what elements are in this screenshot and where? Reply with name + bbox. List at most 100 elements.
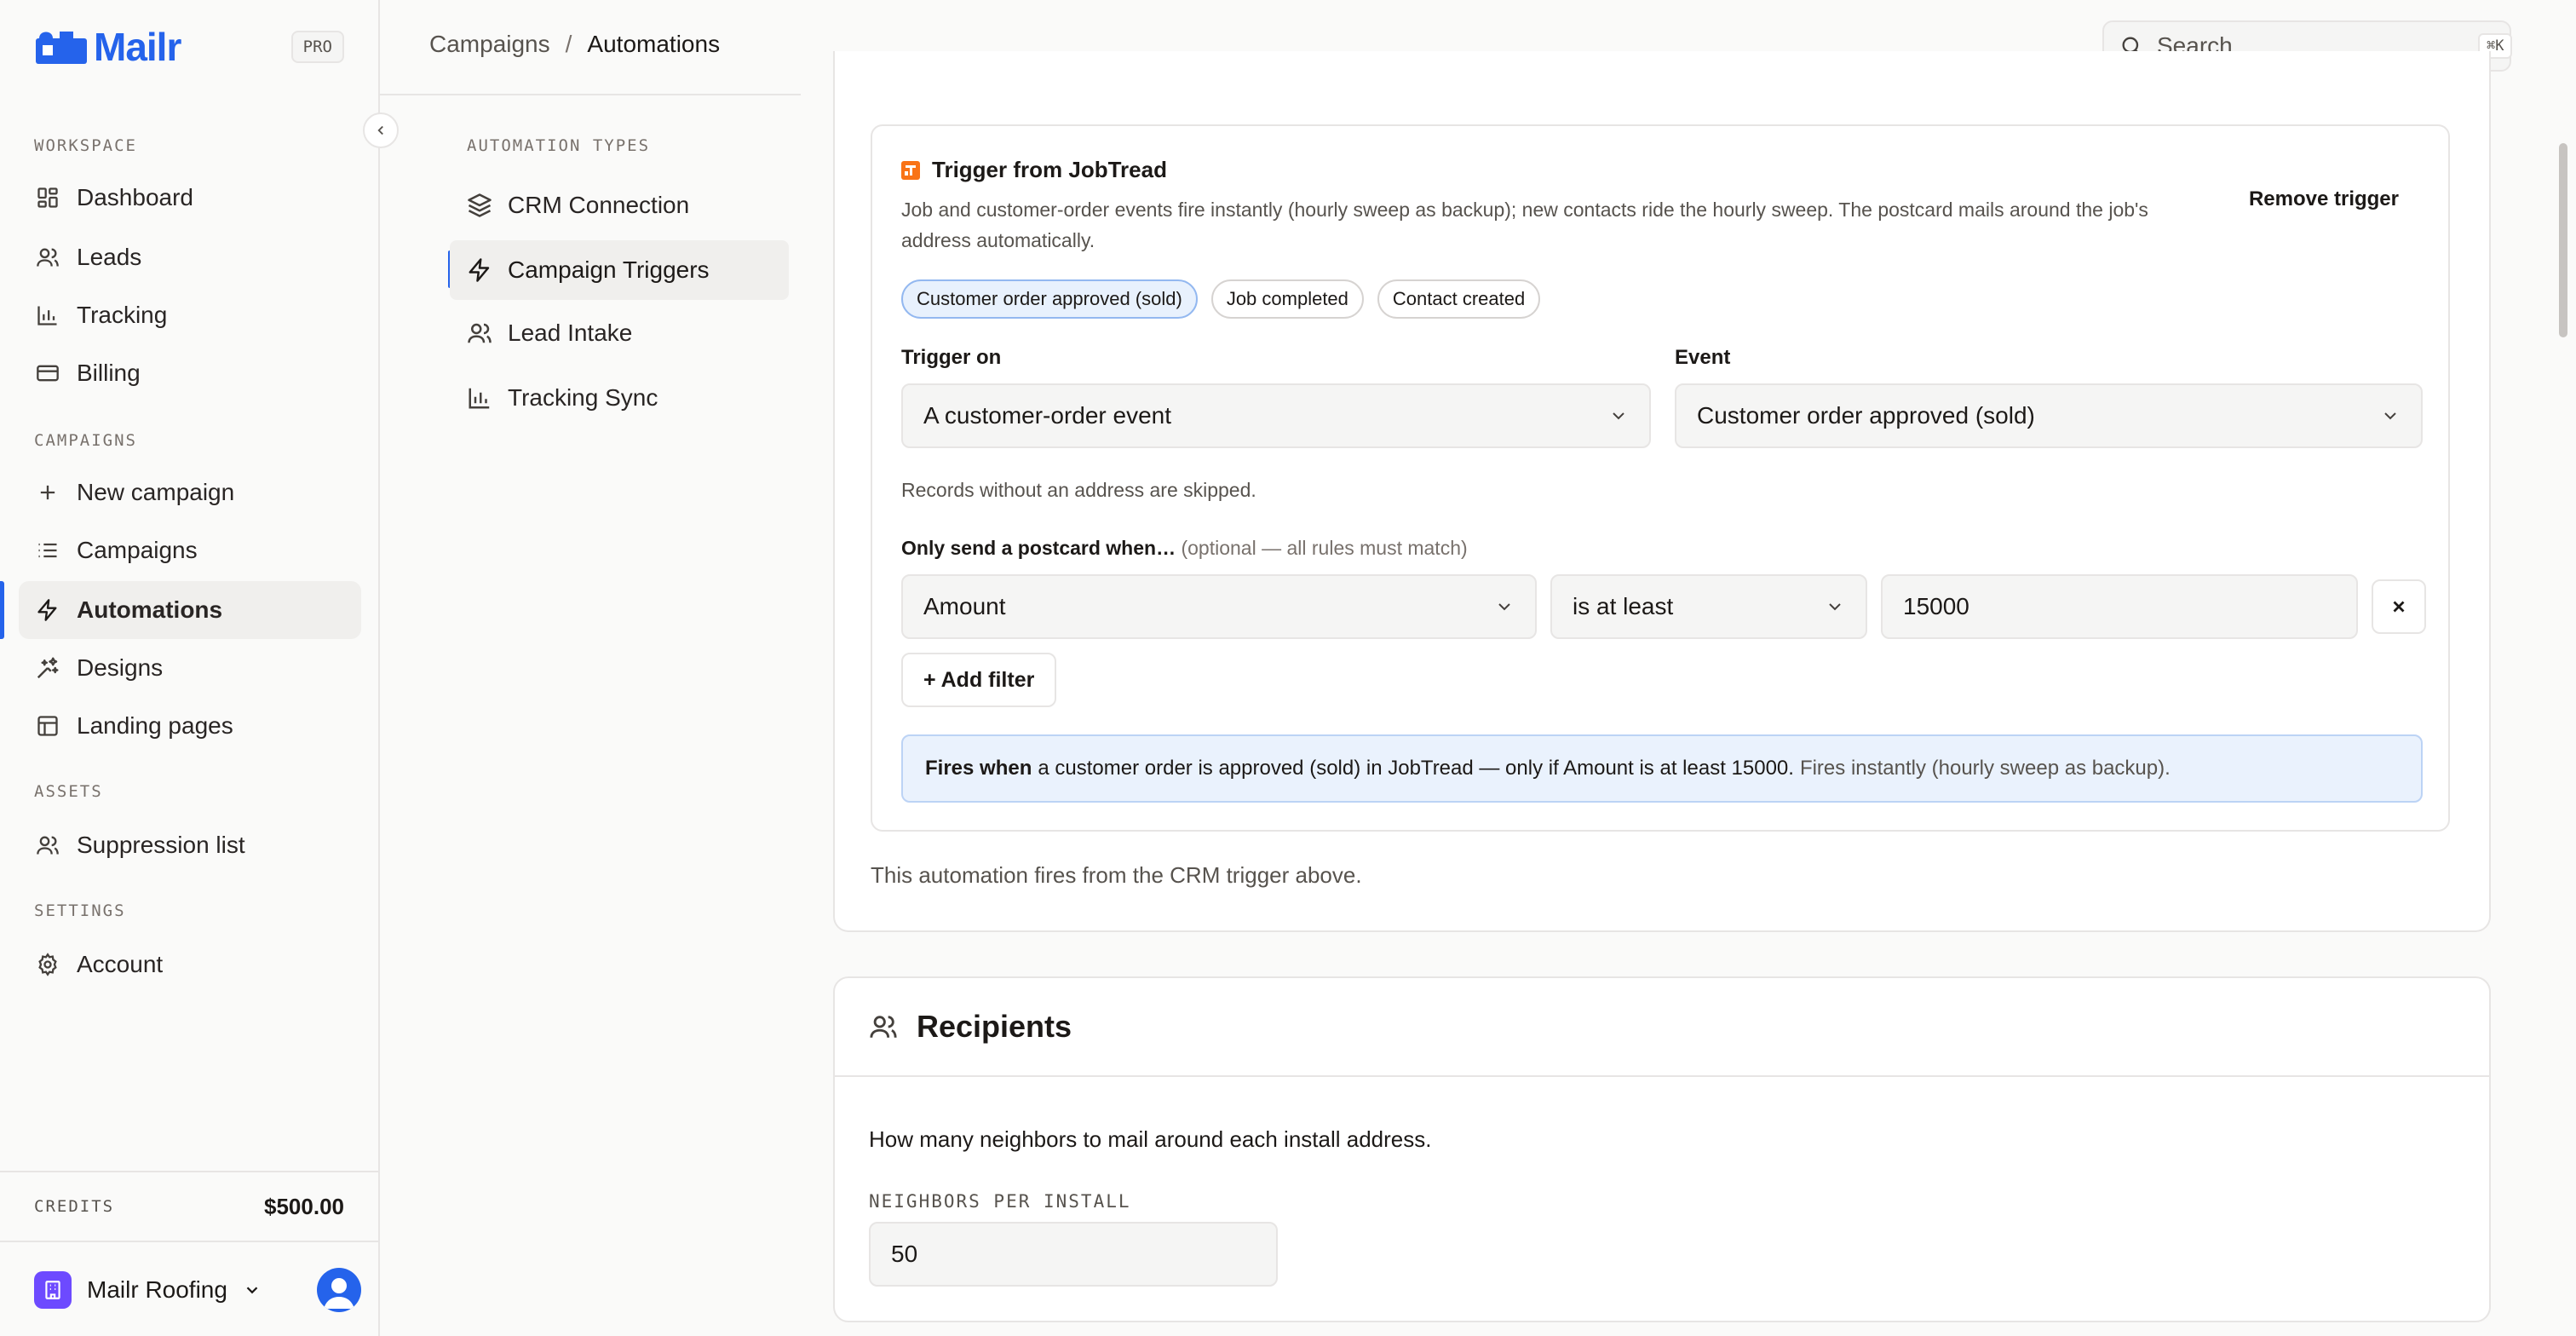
trigger-title: Trigger from JobTread xyxy=(932,157,1167,182)
sidebar-item-billing[interactable]: Billing xyxy=(19,344,361,402)
summary-muted: Fires instantly (hourly sweep as backup)… xyxy=(1799,757,2171,780)
chevron-down-icon xyxy=(243,1281,262,1299)
logo-row: Mailr PRO xyxy=(34,24,344,70)
automation-note: This automation fires from the CRM trigg… xyxy=(871,862,1362,888)
sidebar-item-account[interactable]: Account xyxy=(19,936,361,993)
nav-section-workspace: WORKSPACE xyxy=(34,136,137,155)
sidebar-item-leads[interactable]: Leads xyxy=(19,228,361,286)
sidebar-item-new-campaign[interactable]: New campaign xyxy=(19,464,361,521)
nav-section-campaigns: CAMPAIGNS xyxy=(34,431,137,450)
org-row: Mailr Roofing xyxy=(34,1264,361,1316)
sidebar-item-suppression-list[interactable]: Suppression list xyxy=(19,816,361,874)
sidebar-item-label: Billing xyxy=(77,360,141,386)
chevron-down-icon xyxy=(1494,596,1515,617)
trigger-on-value: A customer-order event xyxy=(923,402,1172,429)
recipients-header: Recipients xyxy=(835,978,2489,1077)
recipients-card: Recipients How many neighbors to mail ar… xyxy=(833,976,2491,1322)
subnav-item-label: Lead Intake xyxy=(508,320,633,346)
org-name: Mailr Roofing xyxy=(87,1276,227,1303)
brand-name: Mailr xyxy=(94,25,181,69)
sidebar-item-designs[interactable]: Designs xyxy=(19,639,361,697)
filter-heading-text: Only send a postcard when… xyxy=(901,537,1176,559)
active-indicator xyxy=(0,581,4,639)
recipients-description: How many neighbors to mail around each i… xyxy=(869,1126,1432,1152)
plus-icon xyxy=(34,479,61,506)
credits-label: CREDITS xyxy=(34,1197,115,1216)
bar-chart-icon xyxy=(34,302,61,329)
breadcrumb: Campaigns / Automations xyxy=(429,31,720,58)
avatar[interactable] xyxy=(317,1268,361,1312)
subnav-item-tracking-sync[interactable]: Tracking Sync xyxy=(450,368,789,428)
trigger-on-select[interactable]: A customer-order event xyxy=(901,383,1651,448)
event-label: Event xyxy=(1675,346,1731,369)
sidebar-item-landing-pages[interactable]: Landing pages xyxy=(19,697,361,755)
list-icon xyxy=(34,537,61,564)
sidebar-item-dashboard[interactable]: Dashboard xyxy=(19,169,361,227)
layers-icon xyxy=(467,193,492,218)
sidebar-item-label: Account xyxy=(77,951,164,977)
org-switcher[interactable]: Mailr Roofing xyxy=(34,1271,262,1309)
close-icon xyxy=(2389,597,2408,616)
trigger-summary: Fires when a customer order is approved … xyxy=(901,734,2423,803)
sidebar-item-label: Designs xyxy=(77,654,164,681)
breadcrumb-automations: Automations xyxy=(587,31,721,57)
chevron-down-icon xyxy=(1608,406,1629,426)
subnav-item-crm-connection[interactable]: CRM Connection xyxy=(450,176,789,235)
gear-icon xyxy=(34,951,61,978)
sidebar-item-label: Suppression list xyxy=(77,832,245,858)
remove-trigger-button[interactable]: Remove trigger xyxy=(2249,187,2399,211)
sidebar-item-tracking[interactable]: Tracking xyxy=(19,286,361,344)
chevron-left-icon xyxy=(373,123,388,138)
sidebar-item-campaigns[interactable]: Campaigns xyxy=(19,521,361,579)
subnav-item-campaign-triggers[interactable]: Campaign Triggers xyxy=(450,240,789,300)
neighbors-per-install-input[interactable] xyxy=(869,1222,1278,1287)
subnav-item-lead-intake[interactable]: Lead Intake xyxy=(450,303,789,363)
add-filter-button[interactable]: + Add filter xyxy=(901,653,1057,707)
filter-heading: Only send a postcard when… (optional — a… xyxy=(901,537,1468,560)
event-chips: Customer order approved (sold) Job compl… xyxy=(901,279,1541,319)
topbar-divider xyxy=(380,94,801,95)
recipients-title: Recipients xyxy=(917,1009,1072,1044)
bar-chart-icon xyxy=(467,385,492,411)
subnav-item-label: Tracking Sync xyxy=(508,384,658,411)
credit-card-icon xyxy=(34,360,61,387)
layout-icon xyxy=(34,712,61,740)
chip-customer-order-approved[interactable]: Customer order approved (sold) xyxy=(901,279,1198,319)
bolt-icon xyxy=(34,596,61,624)
filter-heading-hint: (optional — all rules must match) xyxy=(1181,537,1468,559)
sidebar-item-label: Campaigns xyxy=(77,537,198,563)
brand-logo[interactable]: Mailr xyxy=(34,24,181,70)
chip-contact-created[interactable]: Contact created xyxy=(1377,279,1541,319)
plan-badge: PRO xyxy=(290,31,344,63)
scrollbar-thumb[interactable] xyxy=(2559,143,2567,337)
dashboard-icon xyxy=(34,184,61,211)
skip-note: Records without an address are skipped. xyxy=(901,479,1256,501)
sidebar: Mailr PRO WORKSPACE Dashboard Leads Trac… xyxy=(0,0,380,1336)
remove-filter-button[interactable] xyxy=(2372,579,2426,634)
users-icon xyxy=(34,832,61,859)
collapse-sidebar-button[interactable] xyxy=(363,112,399,148)
subnav-item-label: Campaign Triggers xyxy=(508,256,710,283)
trigger-title-row: Trigger from JobTread xyxy=(901,157,1167,183)
breadcrumb-separator: / xyxy=(565,31,572,57)
chevron-down-icon xyxy=(1825,596,1845,617)
chevron-down-icon xyxy=(2380,406,2401,426)
nav-section-assets: ASSETS xyxy=(34,782,103,801)
sidebar-item-label: Landing pages xyxy=(77,712,233,739)
users-icon xyxy=(467,320,492,346)
breadcrumb-campaigns[interactable]: Campaigns xyxy=(429,31,550,58)
subnav-title: AUTOMATION TYPES xyxy=(467,136,651,155)
trigger-card: Trigger from JobTread Job and customer-o… xyxy=(871,124,2450,832)
jobtread-logo-icon xyxy=(901,160,920,180)
event-select[interactable]: Customer order approved (sold) xyxy=(1675,383,2423,448)
filter-operator-value: is at least xyxy=(1573,593,1674,619)
filter-field-value: Amount xyxy=(923,593,1006,619)
filter-field-select[interactable]: Amount xyxy=(901,574,1537,639)
filter-value-input[interactable] xyxy=(1881,574,2358,639)
chip-job-completed[interactable]: Job completed xyxy=(1210,279,1364,319)
sidebar-item-label: Automations xyxy=(77,596,223,623)
sidebar-item-automations[interactable]: Automations xyxy=(19,581,361,639)
sidebar-item-label: Leads xyxy=(77,244,142,270)
sidebar-item-label: Dashboard xyxy=(77,184,193,210)
filter-operator-select[interactable]: is at least xyxy=(1550,574,1867,639)
